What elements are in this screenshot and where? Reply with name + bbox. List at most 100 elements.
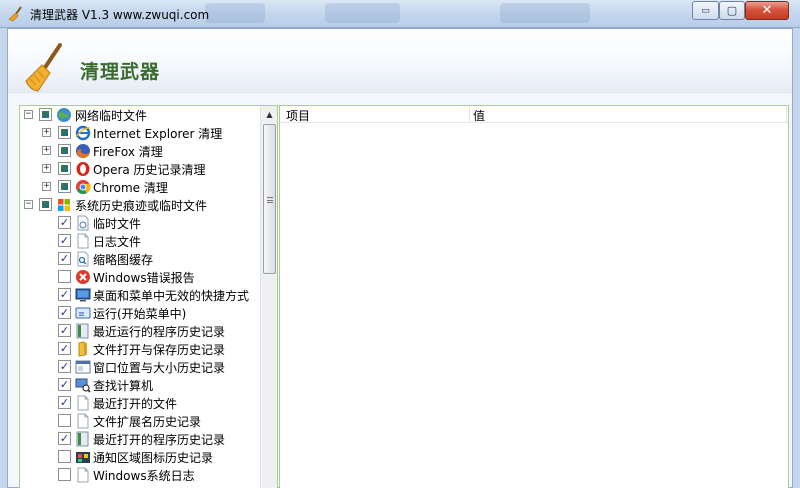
- background-blur: [205, 3, 265, 23]
- tree-item[interactable]: 查找计算机: [20, 376, 260, 394]
- column-divider[interactable]: [786, 107, 787, 122]
- tree-item-label: Windows错误报告: [93, 271, 195, 285]
- tree-item[interactable]: 缩略图缓存: [20, 250, 260, 268]
- minimize-button[interactable]: ▭: [692, 1, 719, 20]
- tree-item-checkbox[interactable]: [58, 342, 71, 355]
- firefox-icon: [76, 144, 90, 158]
- tree-item[interactable]: + Opera 历史记录清理: [20, 160, 260, 178]
- tree-item[interactable]: 临时文件: [20, 214, 260, 232]
- tree-item-checkbox[interactable]: [58, 432, 71, 445]
- tree-item-checkbox[interactable]: [58, 216, 71, 229]
- tree-item[interactable]: 通知区域图标历史记录: [20, 448, 260, 466]
- tree-item[interactable]: Windows错误报告: [20, 268, 260, 286]
- collapse-icon[interactable]: −: [24, 200, 33, 209]
- tree-item-label: 文件扩展名历史记录: [93, 415, 202, 429]
- tree-item-checkbox[interactable]: [58, 162, 71, 175]
- tree-item-checkbox[interactable]: [58, 396, 71, 409]
- tree-item-label: FireFox 清理: [93, 145, 163, 159]
- windows-icon: [58, 199, 70, 211]
- tree-item[interactable]: 最近运行的程序历史记录: [20, 322, 260, 340]
- app-broom-icon: [8, 6, 22, 22]
- scroll-up-button[interactable]: ▲: [261, 106, 277, 123]
- background-blur: [500, 3, 590, 23]
- close-button[interactable]: ✕: [745, 1, 789, 20]
- column-divider[interactable]: [469, 107, 470, 122]
- maximize-button[interactable]: ▢: [719, 1, 745, 20]
- document-icon: [77, 413, 89, 429]
- tree-item-label: 运行(开始菜单中): [93, 307, 187, 321]
- title-bar[interactable]: 清理武器 V1.3 www.zwuqi.com ▭ ▢ ✕: [0, 0, 800, 28]
- window-icon: [75, 360, 91, 374]
- tree-item[interactable]: 日志文件: [20, 232, 260, 250]
- tree-item-checkbox[interactable]: [58, 378, 71, 391]
- document-icon: [77, 467, 89, 483]
- run-icon: ≡: [75, 307, 91, 319]
- tree-item-label: Chrome 清理: [93, 181, 168, 195]
- tree-item-label: Windows系统日志: [93, 469, 195, 483]
- tree-item[interactable]: 最近打开的文件: [20, 394, 260, 412]
- tree-item-checkbox[interactable]: [58, 360, 71, 373]
- tree-item-checkbox[interactable]: [58, 288, 71, 301]
- tree-item-checkbox[interactable]: [58, 450, 71, 463]
- tree-item-label: 最近打开的程序历史记录: [93, 433, 226, 447]
- column-header-value[interactable]: 值: [473, 107, 485, 124]
- tree-item-checkbox[interactable]: [58, 270, 71, 283]
- minimize-icon: ▭: [701, 5, 710, 16]
- search-computer-icon: [75, 378, 91, 393]
- tree-item[interactable]: 最近打开的程序历史记录: [20, 430, 260, 448]
- tree-item-label: Opera 历史记录清理: [93, 163, 206, 177]
- tree-item-label: 最近运行的程序历史记录: [93, 325, 226, 339]
- tree-item-checkbox[interactable]: [39, 198, 52, 211]
- tree-item-label: 窗口位置与大小历史记录: [93, 361, 226, 375]
- tree-item-checkbox[interactable]: [39, 108, 52, 121]
- tree-item[interactable]: 窗口位置与大小历史记录: [20, 358, 260, 376]
- tree-scrollbar[interactable]: ▲: [260, 106, 277, 488]
- tree-item-checkbox[interactable]: [58, 324, 71, 337]
- tree-item[interactable]: − 系统历史痕迹或临时文件: [20, 196, 260, 214]
- close-icon: ✕: [761, 3, 773, 18]
- tree-item[interactable]: 桌面和菜单中无效的快捷方式: [20, 286, 260, 304]
- expand-icon[interactable]: +: [42, 146, 51, 155]
- app-title: 清理武器: [80, 61, 161, 83]
- tree-item-checkbox[interactable]: [58, 144, 71, 157]
- tray-icon: [76, 452, 90, 463]
- program-icon: [76, 323, 89, 339]
- tree-item-checkbox[interactable]: [58, 252, 71, 265]
- tree-item-label: 最近打开的文件: [93, 397, 178, 411]
- tree-item-checkbox[interactable]: [58, 180, 71, 193]
- tree-item-checkbox[interactable]: [58, 468, 71, 481]
- maximize-icon: ▢: [726, 4, 738, 17]
- tree-item[interactable]: − 网络临时文件: [20, 106, 260, 124]
- tree-item-checkbox[interactable]: [58, 234, 71, 247]
- opera-icon: [76, 162, 90, 176]
- tree-item-checkbox[interactable]: [58, 126, 71, 139]
- desktop-icon: [75, 288, 91, 302]
- collapse-icon[interactable]: −: [24, 110, 33, 119]
- tree-item-checkbox[interactable]: [58, 306, 71, 319]
- expand-icon[interactable]: +: [42, 128, 51, 137]
- expand-icon[interactable]: +: [42, 164, 51, 173]
- tree-item[interactable]: 文件扩展名历史记录: [20, 412, 260, 430]
- document-icon: [77, 395, 89, 411]
- error-icon: [76, 270, 90, 284]
- result-list[interactable]: 项目 值: [279, 105, 789, 488]
- program-icon: [76, 431, 89, 447]
- scroll-thumb[interactable]: [263, 124, 276, 274]
- tree-item[interactable]: 文件打开与保存历史记录: [20, 340, 260, 358]
- tree-item-checkbox[interactable]: [58, 414, 71, 427]
- expand-icon[interactable]: +: [42, 182, 51, 191]
- internet-explorer-icon: [75, 125, 91, 141]
- clean-items-tree[interactable]: − 网络临时文件 + Internet Explorer 清理 + FireFox 清理 +…: [19, 105, 278, 488]
- tree-item[interactable]: + Internet Explorer 清理: [20, 124, 260, 142]
- chrome-icon: [76, 180, 91, 194]
- tree-item[interactable]: ≡ 运行(开始菜单中): [20, 304, 260, 322]
- tree-item[interactable]: Windows系统日志: [20, 466, 260, 484]
- tree-item-label: 网络临时文件: [75, 109, 148, 123]
- client-area: 清理武器 − 网络临时文件 + Internet Explorer 清理 + FireFo…: [7, 28, 793, 488]
- column-header-item[interactable]: 项目: [286, 107, 310, 124]
- tree-item[interactable]: + Chrome 清理: [20, 178, 260, 196]
- tree-item-label: 通知区域图标历史记录: [93, 451, 214, 465]
- tree-item-label: 桌面和菜单中无效的快捷方式: [93, 289, 250, 303]
- tree-item[interactable]: + FireFox 清理: [20, 142, 260, 160]
- document-icon: [77, 233, 89, 249]
